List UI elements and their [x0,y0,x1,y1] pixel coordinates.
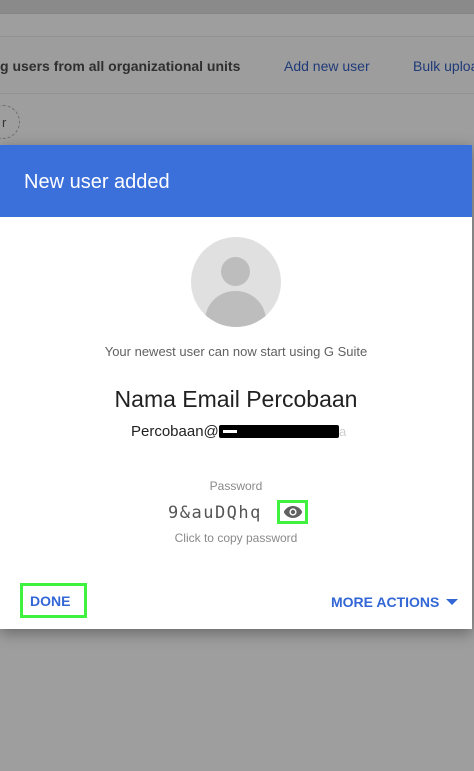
user-email-prefix: Percobaan@ [131,423,219,440]
avatar [191,237,281,327]
dialog-title: New user added [24,171,170,193]
add-new-user-link[interactable]: Add new user [284,58,370,74]
welcome-message: Your newest user can now start using G S… [104,344,368,359]
password-value[interactable]: 9&auDQhq [168,503,262,523]
filter-chip-label: r [2,115,7,130]
password-label: Password [209,479,263,493]
more-actions-button[interactable]: MORE ACTIONS [331,594,459,610]
filter-description: g users from all organizational units [0,58,241,74]
show-password-button[interactable] [277,500,308,524]
avatar-body-shape [205,291,266,327]
redacted-domain-bar [219,425,339,438]
copy-password-hint[interactable]: Click to copy password [0,531,472,545]
more-actions-label: MORE ACTIONS [331,594,440,610]
user-full-name: Nama Email Percobaan [0,386,472,413]
user-email-tail: a [339,424,347,439]
dialog-header: New user added [0,145,472,217]
bulk-upload-link[interactable]: Bulk uploa [413,58,474,74]
users-toolbar: g users from all organizational units Ad… [0,36,474,94]
user-email: Percobaan@ [131,423,219,440]
done-button-label: DONE [30,592,71,609]
done-button[interactable]: DONE [20,583,87,618]
new-user-dialog: New user added Your newest user can now … [0,145,472,629]
top-app-bar [0,0,474,14]
caret-down-icon [446,599,459,605]
add-filter-chip[interactable]: r [0,105,20,139]
user-first-name: Nama Email [114,386,240,412]
avatar-head-shape [221,257,250,286]
eye-icon [283,506,302,518]
user-last-name: Percobaan [246,386,358,412]
